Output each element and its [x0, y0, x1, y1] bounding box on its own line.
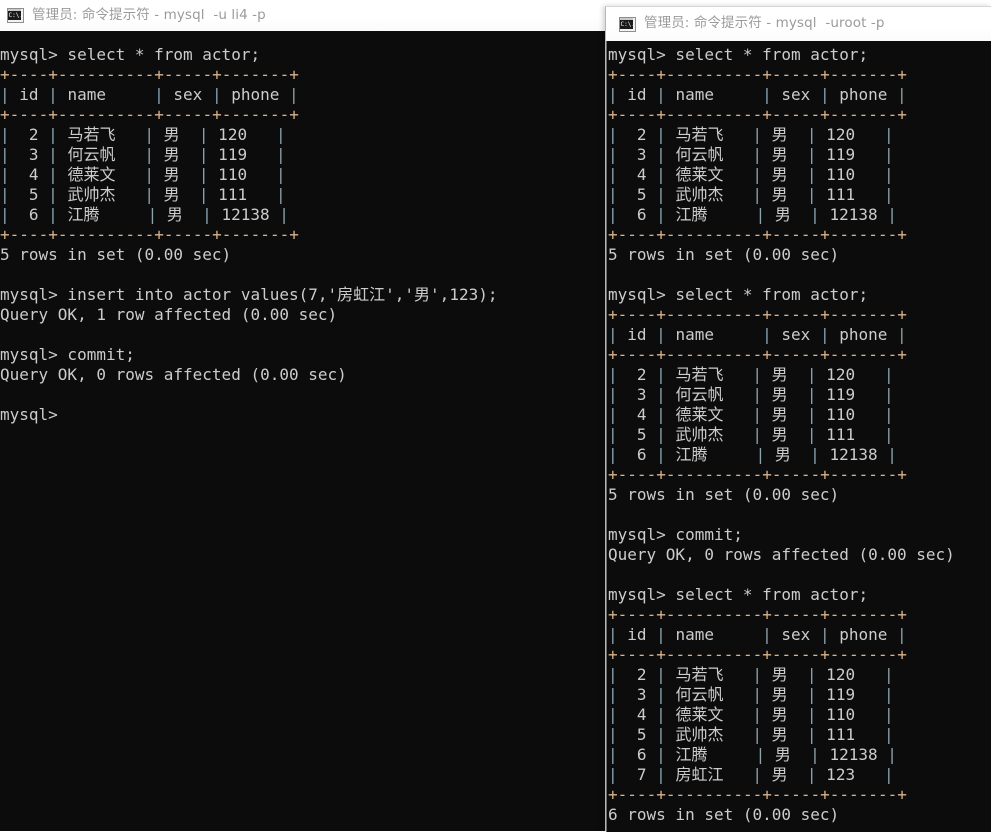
terminal-line: +----+----------+-----+-------+ [608, 645, 907, 664]
terminal-line: | 2 | 马若飞 | 男 | 120 | [608, 365, 894, 384]
console-icon: C:\. [619, 16, 636, 32]
terminal-line: mysql> commit; [608, 525, 743, 544]
terminal-line: | 2 | 马若飞 | 男 | 120 | [608, 665, 894, 684]
terminal-line: Query OK, 0 rows affected (0.00 sec) [0, 365, 347, 384]
terminal-line: | 3 | 何云帆 | 男 | 119 | [608, 685, 894, 704]
terminal-line: | 2 | 马若飞 | 男 | 120 | [608, 125, 894, 144]
terminal-line: +----+----------+-----+-------+ [608, 465, 907, 484]
terminal-line: | 5 | 武帅杰 | 男 | 111 | [0, 185, 286, 204]
terminal-body-right[interactable]: mysql> select * from actor; +----+-------… [606, 41, 991, 832]
terminal-output-left: mysql> select * from actor; +----+-------… [0, 45, 497, 425]
terminal-line: | 6 | 江腾 | 男 | 12138 | [608, 205, 897, 224]
terminal-line: +----+----------+-----+-------+ [0, 105, 299, 124]
terminal-line: mysql> insert into actor values(7,'房虹江',… [0, 285, 498, 304]
terminal-line: mysql> commit; [0, 345, 135, 364]
terminal-line: +----+----------+-----+-------+ [608, 105, 907, 124]
console-icon: C:\. [7, 8, 24, 23]
terminal-line: | 3 | 何云帆 | 男 | 119 | [0, 145, 286, 164]
terminal-line: | 7 | 房虹江 | 男 | 123 | [608, 765, 894, 784]
terminal-output-right: mysql> select * from actor; +----+-------… [608, 45, 955, 825]
terminal-line: mysql> select * from actor; [608, 285, 869, 304]
terminal-line: Query OK, 0 rows affected (0.00 sec) [608, 545, 955, 564]
terminal-line: | 5 | 武帅杰 | 男 | 111 | [608, 425, 894, 444]
console-icon-label: C:\. [620, 20, 635, 28]
terminal-line: +----+----------+-----+-------+ [608, 65, 907, 84]
terminal-line: +----+----------+-----+-------+ [608, 305, 907, 324]
terminal-line: +----+----------+-----+-------+ [608, 345, 907, 364]
terminal-line: | id | name | sex | phone | [0, 85, 299, 104]
terminal-line: 5 rows in set (0.00 sec) [0, 245, 232, 264]
terminal-line: | 3 | 何云帆 | 男 | 119 | [608, 145, 894, 164]
terminal-line: 6 rows in set (0.00 sec) [608, 805, 840, 824]
terminal-line: +----+----------+-----+-------+ [0, 225, 299, 244]
terminal-line: | 2 | 马若飞 | 男 | 120 | [0, 125, 286, 144]
terminal-line: | 4 | 德莱文 | 男 | 110 | [608, 705, 894, 724]
terminal-line: | 5 | 武帅杰 | 男 | 111 | [608, 725, 894, 744]
console-window-left[interactable]: C:\. 管理员: 命令提示符 - mysql -u li4 -p mysql>… [0, 0, 646, 831]
terminal-line: 5 rows in set (0.00 sec) [608, 245, 840, 264]
terminal-line: +----+----------+-----+-------+ [608, 605, 907, 624]
terminal-line: mysql> [0, 405, 58, 424]
terminal-line: | 4 | 德莱文 | 男 | 110 | [0, 165, 286, 184]
terminal-line: | 6 | 江腾 | 男 | 12138 | [0, 205, 289, 224]
terminal-body-left[interactable]: mysql> select * from actor; +----+-------… [0, 31, 646, 831]
terminal-line: | 4 | 德莱文 | 男 | 110 | [608, 165, 894, 184]
titlebar-right[interactable]: C:\. 管理员: 命令提示符 - mysql -uroot -p [606, 7, 991, 41]
console-window-right[interactable]: C:\. 管理员: 命令提示符 - mysql -uroot -p mysql>… [605, 6, 991, 832]
terminal-line: | id | name | sex | phone | [608, 625, 907, 644]
console-icon-label: C:\. [8, 12, 23, 19]
terminal-line: | 6 | 江腾 | 男 | 12138 | [608, 745, 897, 764]
terminal-line: | 4 | 德莱文 | 男 | 110 | [608, 405, 894, 424]
window-title-right: 管理员: 命令提示符 - mysql -uroot -p [644, 15, 885, 32]
titlebar-left[interactable]: C:\. 管理员: 命令提示符 - mysql -u li4 -p [0, 0, 646, 31]
terminal-line: 5 rows in set (0.00 sec) [608, 485, 840, 504]
terminal-line: | 3 | 何云帆 | 男 | 119 | [608, 385, 894, 404]
terminal-line: | id | name | sex | phone | [608, 85, 907, 104]
terminal-line: | 6 | 江腾 | 男 | 12138 | [608, 445, 897, 464]
terminal-line: +----+----------+-----+-------+ [0, 65, 299, 84]
terminal-line: mysql> select * from actor; [608, 45, 869, 64]
terminal-line: Query OK, 1 row affected (0.00 sec) [0, 305, 338, 324]
window-title-left: 管理员: 命令提示符 - mysql -u li4 -p [32, 6, 266, 23]
terminal-line: | id | name | sex | phone | [608, 325, 907, 344]
terminal-line: +----+----------+-----+-------+ [608, 785, 907, 804]
terminal-line: | 5 | 武帅杰 | 男 | 111 | [608, 185, 894, 204]
terminal-line: mysql> select * from actor; [608, 585, 869, 604]
terminal-line: +----+----------+-----+-------+ [608, 225, 907, 244]
terminal-line: mysql> select * from actor; [0, 45, 261, 64]
